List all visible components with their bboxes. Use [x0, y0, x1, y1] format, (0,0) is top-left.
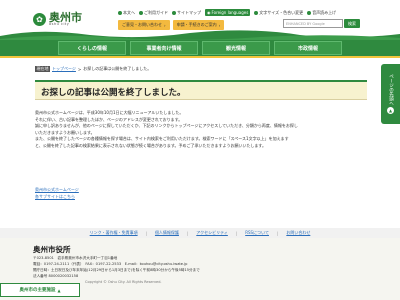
body-paragraph: 誠に申し訳ありませんが、他のページに探していただくか、下記のリンクからトップペー…	[35, 123, 298, 129]
footer-link-contact[interactable]: お問い合わせ	[286, 230, 310, 236]
footer-address: 〒023-8501 岩手県奥州市水沢大手町一丁目1番地	[33, 256, 118, 260]
arrow-icon	[118, 10, 122, 15]
globe-icon: ◉	[207, 10, 211, 15]
arrow-up-icon: ▲	[387, 107, 394, 115]
back-to-top-label: ページの先頭へ	[388, 73, 394, 106]
breadcrumb-home-link[interactable]: トップページ	[52, 66, 76, 72]
footer-corporate-number: 法人番号 8000020032158	[33, 274, 79, 278]
util-read-aloud[interactable]: 音声読み上げ	[307, 10, 336, 16]
nav-living[interactable]: くらしの情報	[58, 41, 126, 55]
footer-contact-line: 電話：0197-24-2111（代表） FAX：0197-22-2533 E-m…	[33, 262, 188, 266]
nav-city-admin[interactable]: 市政情報	[274, 41, 342, 55]
breadcrumb: 現在地 トップページ > お探しの記事は公開を終了しました。	[35, 66, 151, 72]
footer-hours: 開庁日時：土日祝日及び年末年始(12月29日から1月3日まで)を除く午前8時30…	[33, 268, 200, 272]
search-input[interactable]: ENHANCED BY Google	[283, 19, 343, 28]
guide-icon	[139, 10, 143, 15]
body-paragraph: 奥州市公式ホームページは、平成30年10月1日に大幅リニューアルいたしました。	[35, 110, 184, 115]
speaker-icon	[307, 10, 312, 15]
page-body: 奥州市公式ホームページは、平成30年10月1日に大幅リニューアルいたしました。 …	[35, 110, 365, 150]
site-logo[interactable]: ✿ 奥州市 oshu city	[33, 8, 82, 30]
breadcrumb-here-label: 現在地	[35, 66, 50, 72]
footer-link-rss[interactable]: RSSについて	[245, 230, 269, 236]
main-facilities-button[interactable]: 奥州市の主要施設 ▲	[0, 283, 80, 297]
city-emblem-icon: ✿	[33, 12, 46, 26]
breadcrumb-separator: >	[77, 66, 82, 72]
text-size-icon	[254, 10, 259, 15]
util-text-size[interactable]: 文字サイズ・色合い変更	[254, 10, 303, 16]
sitemap-icon	[172, 10, 176, 15]
footer-links: リンク・著作権・免責事項 | 個人情報保護 | アクセシビリティ | RSSについて |…	[0, 228, 400, 238]
body-paragraph: と、公開を終了した記事の検索結果に表示されない状態が続く場合があります。予めご了…	[35, 142, 267, 148]
utility-links: 本文へ ご利用ガイド サイトマップ ◉ Foreign languages 文字サ…	[118, 9, 336, 16]
page-title: お探しの記事は公開を終了しました。	[41, 88, 186, 98]
util-guide[interactable]: ご利用ガイド	[139, 10, 168, 16]
body-paragraph: また、公開を終了したページの各種情報を探す場合は、サイト内検索をご利用いただけま…	[35, 136, 289, 142]
chevron-right-icon: ›	[164, 22, 166, 28]
chevron-up-icon: ▲	[57, 287, 61, 293]
nav-tourism[interactable]: 観光情報	[202, 41, 270, 55]
footer-org-name: 奥州市役所	[33, 245, 71, 254]
sub-sites-link[interactable]: 各サブサイトはこちら	[35, 194, 79, 201]
footer-link-accessibility[interactable]: アクセシビリティ	[196, 230, 228, 236]
related-links: 奥州市公式ホームページ 各サブサイトはこちら	[35, 187, 79, 200]
footer-link-copyright[interactable]: リンク・著作権・免責事項	[90, 230, 138, 236]
search-button[interactable]: 検索	[344, 19, 360, 28]
nav-business[interactable]: 事業者向け情報	[130, 41, 198, 55]
breadcrumb-current: お探しの記事は公開を終了しました。	[83, 66, 152, 71]
logo-roman: oshu city	[49, 21, 70, 26]
chevron-right-icon: ›	[218, 22, 221, 28]
main-nav: くらしの情報 事業者向け情報 観光情報 市政情報	[0, 40, 400, 56]
back-to-top-tab[interactable]: ページの先頭へ ▲	[381, 64, 400, 124]
nav-accent-stripe	[0, 56, 400, 58]
main-facilities-label: 奥州市の主要施設	[19, 288, 56, 293]
util-foreign-languages[interactable]: ◉ Foreign languages	[205, 9, 251, 16]
util-sitemap[interactable]: サイトマップ	[172, 10, 201, 16]
footer-link-privacy[interactable]: 個人情報保護	[155, 230, 179, 236]
util-skip-to-content[interactable]: 本文へ	[118, 10, 135, 16]
official-home-link[interactable]: 奥州市公式ホームページ	[35, 187, 79, 194]
footer-copyright: Copyright © Oshu City. All Rights Reserv…	[85, 280, 162, 284]
